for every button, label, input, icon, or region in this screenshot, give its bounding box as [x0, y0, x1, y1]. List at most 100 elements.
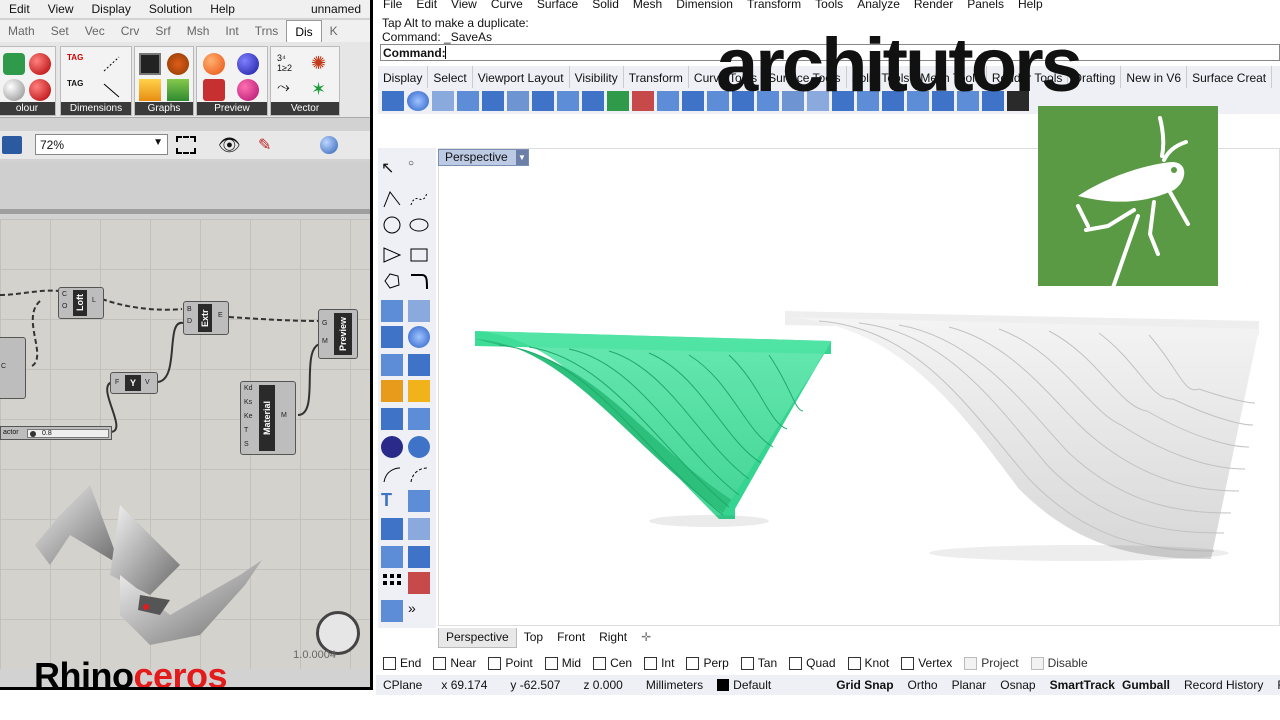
param-component[interactable]: C — [0, 337, 26, 399]
viewport-title[interactable]: Perspective ▼ — [438, 149, 529, 166]
tag-icon[interactable]: TAG — [67, 53, 89, 75]
rectangle-icon[interactable] — [408, 244, 430, 266]
rh-menu-file[interactable]: File — [376, 0, 409, 12]
dimension-icon[interactable] — [101, 53, 123, 75]
loft-surface-icon[interactable] — [408, 300, 430, 322]
tab-int[interactable]: Int — [217, 20, 246, 42]
create-material-icon[interactable] — [203, 79, 225, 101]
ellipse-icon[interactable] — [408, 214, 430, 236]
align-icon[interactable] — [607, 91, 629, 111]
osnap-quad[interactable]: Quad — [784, 656, 836, 670]
gh-canvas[interactable]: C C O Loft L B D Extr E G M Preview F Y … — [0, 219, 370, 669]
brush-icon[interactable]: ✎ — [258, 135, 271, 155]
gh-menu-display[interactable]: Display — [82, 2, 139, 16]
viewport-tab-top[interactable]: Top — [517, 628, 550, 648]
line-graph-icon[interactable] — [167, 79, 189, 101]
custom-preview-icon[interactable] — [203, 53, 225, 75]
add-viewport-icon[interactable]: ✛ — [634, 628, 658, 648]
rh-menu-solid[interactable]: Solid — [585, 0, 626, 12]
checkbox[interactable] — [433, 656, 447, 670]
hatch-icon[interactable] — [408, 546, 430, 568]
osnap-end[interactable]: End — [378, 656, 421, 670]
tab-srf[interactable]: Srf — [147, 20, 178, 42]
tag-text-icon[interactable]: TAG — [67, 79, 89, 101]
gh-menu-help[interactable]: Help — [201, 2, 244, 16]
rh-menu-dimension[interactable]: Dimension — [669, 0, 740, 12]
tab-crv[interactable]: Crv — [113, 20, 148, 42]
status-layer[interactable]: Default — [710, 678, 778, 692]
checkbox[interactable] — [901, 656, 915, 670]
preview-sphere-icon[interactable] — [320, 136, 338, 154]
checkbox[interactable] — [1030, 656, 1044, 670]
checkbox[interactable] — [847, 656, 861, 670]
toggle-ortho[interactable]: Ortho — [901, 678, 945, 692]
gh-menu-view[interactable]: View — [39, 2, 83, 16]
red-sphere-icon[interactable] — [29, 79, 51, 101]
tab-dis[interactable]: Dis — [286, 20, 322, 42]
osnap-perp[interactable]: Perp — [681, 656, 729, 670]
tab-trns[interactable]: Trns — [247, 20, 287, 42]
toggle-grid-snap[interactable]: Grid Snap — [778, 678, 900, 692]
status-cplane[interactable]: CPlane — [376, 678, 429, 692]
checkbox[interactable] — [488, 656, 502, 670]
rh-menu-tools[interactable]: Tools — [808, 0, 850, 12]
move-icon[interactable] — [582, 91, 604, 111]
rh-menu-mesh[interactable]: Mesh — [626, 0, 669, 12]
explode-icon[interactable] — [432, 91, 454, 111]
tab-math[interactable]: Math — [0, 20, 43, 42]
toggle-filter[interactable]: Filter — [1270, 678, 1280, 692]
gh-menu-solution[interactable]: Solution — [140, 2, 201, 16]
osnap-int[interactable]: Int — [639, 656, 674, 670]
vector-field-icon[interactable]: ✺ — [311, 53, 333, 75]
toolbar-tab-display[interactable]: Display — [378, 66, 429, 88]
osnap-vertex[interactable]: Vertex — [896, 656, 952, 670]
toolbar-tab-viewport-layout[interactable]: Viewport Layout — [473, 66, 570, 88]
mirror-icon[interactable] — [408, 518, 430, 540]
preview-component[interactable]: G M Preview — [318, 309, 358, 359]
quick-graph-icon[interactable] — [139, 79, 161, 101]
osnap-knot[interactable]: Knot — [843, 656, 889, 670]
render-icon[interactable] — [632, 91, 654, 111]
arc-icon[interactable] — [381, 244, 403, 266]
checkbox[interactable] — [740, 656, 754, 670]
zoom-extents-icon[interactable] — [176, 136, 196, 154]
extrude-icon[interactable] — [381, 546, 403, 568]
circle-icon[interactable] — [381, 214, 403, 236]
osnap-project[interactable]: Project — [959, 656, 1019, 670]
slider-track[interactable]: 0.8 — [27, 429, 109, 438]
rh-menu-panels[interactable]: Panels — [960, 0, 1011, 12]
colour-swatch-icon[interactable] — [3, 53, 25, 75]
loft-component[interactable]: C O Loft L — [58, 287, 104, 319]
text-tool-icon[interactable]: T — [381, 490, 403, 512]
rh-menu-analyze[interactable]: Analyze — [850, 0, 907, 12]
chevron-down-icon[interactable]: ▼ — [516, 150, 528, 165]
grid-icon[interactable] — [532, 91, 554, 111]
curve-edit-icon[interactable] — [408, 188, 430, 210]
rh-menu-edit[interactable]: Edit — [409, 0, 444, 12]
copy-icon[interactable] — [482, 91, 504, 111]
vector-scatter-icon[interactable]: ✶ — [311, 79, 333, 101]
checkbox[interactable] — [544, 656, 558, 670]
cylinder-icon[interactable] — [381, 354, 403, 376]
tab-vec[interactable]: Vec — [77, 20, 113, 42]
toolbar-tab-visibility[interactable]: Visibility — [570, 66, 624, 88]
point-icon[interactable]: ○ — [408, 158, 430, 180]
toggle-osnap[interactable]: Osnap — [993, 678, 1042, 692]
solid-box-icon[interactable] — [381, 326, 403, 348]
gear-icon[interactable] — [381, 380, 403, 402]
bar-graph-icon[interactable] — [139, 53, 161, 75]
checkbox[interactable] — [789, 656, 803, 670]
white-sphere-icon[interactable] — [3, 79, 25, 101]
toggle-gumball[interactable]: Gumball — [1122, 678, 1177, 692]
checkbox[interactable] — [593, 656, 607, 670]
material-icon[interactable] — [237, 53, 259, 75]
vector-component[interactable]: F Y V — [110, 372, 158, 394]
rh-menu-render[interactable]: Render — [907, 0, 960, 12]
osnap-tan[interactable]: Tan — [736, 656, 777, 670]
project-icon[interactable] — [408, 408, 430, 430]
zoom-dropdown[interactable]: 72% ▼ — [35, 134, 168, 155]
vector-display-icon[interactable]: 3⁴ 1≥2 — [277, 53, 299, 75]
polygon-icon[interactable] — [381, 270, 403, 292]
osnap-near[interactable]: Near — [428, 656, 476, 670]
grid-snap-icon[interactable] — [381, 572, 403, 594]
